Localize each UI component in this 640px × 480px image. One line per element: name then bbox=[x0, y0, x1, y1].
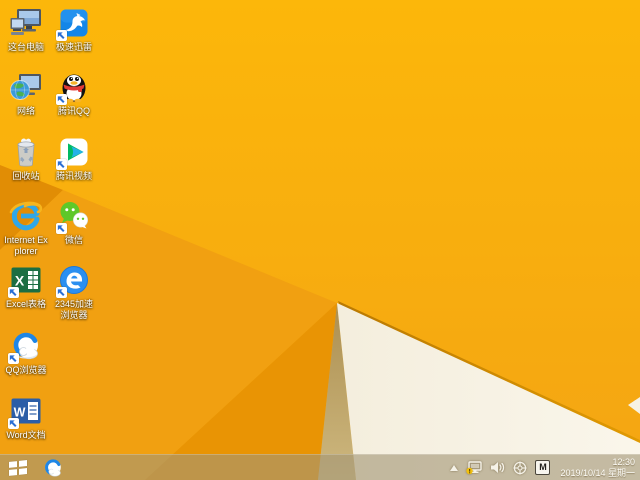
start-button[interactable] bbox=[0, 455, 36, 480]
desktop-icon-label: 网络 bbox=[16, 106, 35, 116]
this-pc-icon bbox=[9, 6, 43, 40]
desktop-icon-2345-browser[interactable]: 2345加速浏览器 bbox=[51, 263, 97, 321]
clock-date: 2019/10/14 星期一 bbox=[560, 467, 635, 478]
shortcut-arrow-icon bbox=[8, 418, 19, 429]
2345-browser-icon bbox=[56, 263, 91, 298]
volume-icon[interactable] bbox=[486, 455, 509, 480]
tray-utility-crosshair-icon[interactable] bbox=[509, 455, 531, 480]
shortcut-arrow-icon bbox=[56, 94, 67, 105]
desktop-icon-internet-explorer[interactable]: Internet Explorer bbox=[3, 199, 49, 257]
desktop-icon-excel[interactable]: X Excel表格 bbox=[3, 263, 49, 310]
shortcut-arrow-icon bbox=[8, 287, 19, 298]
desktop-icon-this-pc[interactable]: 这台电脑 bbox=[3, 6, 49, 53]
shortcut-arrow-icon bbox=[56, 159, 67, 170]
system-tray: M 12:30 2019/10/14 星期一 bbox=[446, 455, 640, 480]
qq-penguin-icon bbox=[56, 70, 91, 105]
shortcut-arrow-icon bbox=[56, 223, 67, 234]
desktop-icon-thunder[interactable]: 极速迅雷 bbox=[51, 6, 97, 53]
desktop-icon-word[interactable]: W Word文档 bbox=[3, 394, 49, 441]
desktop-icon-network[interactable]: 网络 bbox=[3, 70, 49, 117]
excel-icon: X bbox=[8, 263, 43, 298]
shortcut-arrow-icon bbox=[8, 353, 19, 364]
qq-browser-icon bbox=[8, 329, 43, 364]
windows-logo-icon bbox=[9, 459, 27, 476]
word-icon: W bbox=[8, 394, 43, 429]
desktop-icon-recycle-bin[interactable]: 回收站 bbox=[3, 135, 49, 182]
desktop-icon-tencent-video[interactable]: 腾讯视频 bbox=[51, 135, 97, 182]
internet-explorer-icon bbox=[9, 199, 43, 233]
thunder-icon bbox=[56, 6, 91, 41]
desktop-icon-label: 微信 bbox=[64, 235, 83, 245]
network-icon bbox=[9, 70, 43, 104]
desktop-icon-qq-browser[interactable]: QQ浏览器 bbox=[3, 329, 49, 376]
clock-time: 12:30 bbox=[612, 456, 635, 467]
input-method-m-badge: M bbox=[535, 460, 551, 475]
wechat-icon bbox=[56, 199, 91, 234]
desktop-icon-label: Internet Explorer bbox=[4, 235, 48, 256]
desktop-icon-wechat[interactable]: 微信 bbox=[51, 199, 97, 246]
show-hidden-icons-button[interactable] bbox=[446, 455, 462, 480]
qq-browser-icon bbox=[45, 458, 61, 476]
shortcut-arrow-icon bbox=[56, 30, 67, 41]
recycle-bin-icon bbox=[9, 135, 43, 169]
network-status-icon[interactable] bbox=[462, 455, 486, 480]
taskbar-qq-browser-button[interactable] bbox=[36, 455, 70, 480]
desktop-icon-label: 这台电脑 bbox=[7, 42, 44, 52]
taskbar: M 12:30 2019/10/14 星期一 bbox=[0, 454, 640, 480]
shortcut-arrow-icon bbox=[56, 287, 67, 298]
taskbar-clock[interactable]: 12:30 2019/10/14 星期一 bbox=[560, 457, 635, 479]
desktop-icon-label: 回收站 bbox=[12, 171, 40, 181]
tencent-video-icon bbox=[56, 135, 91, 170]
input-method-indicator[interactable]: M bbox=[531, 455, 554, 480]
desktop-icon-qq[interactable]: 腾讯QQ bbox=[51, 70, 97, 117]
